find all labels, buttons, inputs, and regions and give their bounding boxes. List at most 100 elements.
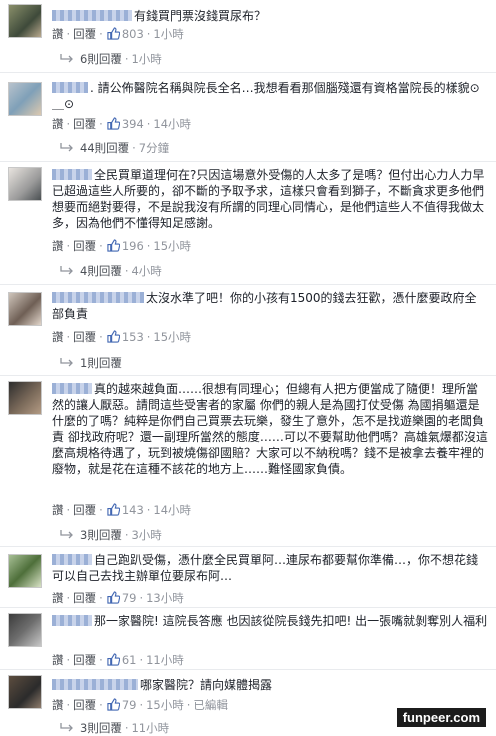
like-count[interactable]: 196 xyxy=(122,239,144,253)
divider xyxy=(0,607,496,608)
commenter-name[interactable] xyxy=(52,169,92,180)
reply-link[interactable]: 回覆 xyxy=(73,27,96,41)
view-replies[interactable]: 3則回覆 · 3小時 xyxy=(60,527,162,543)
divider xyxy=(0,375,496,376)
comment-time[interactable]: 15小時 xyxy=(153,239,191,253)
reply-arrow-icon xyxy=(60,265,74,276)
like-count[interactable]: 61 xyxy=(122,653,137,667)
view-replies[interactable]: 4則回覆 · 4小時 xyxy=(60,263,162,279)
avatar[interactable] xyxy=(8,4,42,38)
replies-count[interactable]: 4則回覆 xyxy=(80,264,122,278)
replies-count[interactable]: 1則回覆 xyxy=(80,356,122,370)
reply-link[interactable]: 回覆 xyxy=(73,653,96,667)
replies-time: 3小時 xyxy=(131,528,162,542)
view-replies[interactable]: 44則回覆 · 7分鐘 xyxy=(60,140,169,156)
comment-actions: 讚 · 回覆 · 803 · 1小時 xyxy=(52,27,184,41)
replies-count[interactable]: 44則回覆 xyxy=(80,141,129,155)
reply-arrow-icon xyxy=(60,357,74,368)
reply-link[interactable]: 回覆 xyxy=(73,330,96,344)
like-link[interactable]: 讚 xyxy=(52,330,64,344)
like-link[interactable]: 讚 xyxy=(52,653,64,667)
like-count[interactable]: 79 xyxy=(122,591,137,605)
divider xyxy=(0,161,496,162)
like-count[interactable]: 803 xyxy=(122,27,144,41)
avatar[interactable] xyxy=(8,381,42,415)
divider xyxy=(0,669,496,670)
like-link[interactable]: 讚 xyxy=(52,117,64,131)
reply-link[interactable]: 回覆 xyxy=(73,698,96,712)
comment-text: 那一家醫院! 這院長答應 也因該從院長錢先扣吧! 出一張嘴就剝奪別人福利 xyxy=(94,614,488,628)
comment-time[interactable]: 14小時 xyxy=(153,503,191,517)
reply-arrow-icon xyxy=(60,722,74,733)
thumbs-up-icon xyxy=(107,117,120,130)
like-count[interactable]: 79 xyxy=(122,698,137,712)
comment-time[interactable]: 15小時 xyxy=(146,698,184,712)
comment-actions: 讚 · 回覆 · 196 · 15小時 xyxy=(52,239,192,253)
comment-actions: 讚 · 回覆 · 61 · 11小時 xyxy=(52,653,184,667)
like-count[interactable]: 143 xyxy=(122,503,144,517)
comment-text: 哪家醫院？請向媒體揭露 xyxy=(140,678,273,692)
comment-actions: 讚 · 回覆 · 143 · 14小時 xyxy=(52,503,192,517)
avatar[interactable] xyxy=(8,82,42,116)
comment-actions: 讚 · 回覆 · 79 · 15小時 · 已編輯 xyxy=(52,698,228,712)
view-replies[interactable]: 3則回覆 · 11小時 xyxy=(60,720,169,736)
replies-time: 11小時 xyxy=(131,721,170,735)
reply-arrow-icon xyxy=(60,53,74,64)
reply-link[interactable]: 回覆 xyxy=(73,239,96,253)
thumbs-up-icon xyxy=(107,591,120,604)
thumbs-up-icon xyxy=(107,698,120,711)
like-link[interactable]: 讚 xyxy=(52,239,64,253)
commenter-name[interactable] xyxy=(52,292,144,303)
like-link[interactable]: 讚 xyxy=(52,503,64,517)
comment-text: 全民買單道理何在?只因這場意外受傷的人太多了是嗎？但付出心力人力早已超過這些人所… xyxy=(52,168,485,230)
commenter-name[interactable] xyxy=(52,554,92,565)
comment-text: 真的越來越負面……很想有同理心；但總有人把方便當成了隨便！理所當然的讓人厭惡。請… xyxy=(52,382,488,476)
replies-count[interactable]: 3則回覆 xyxy=(80,721,122,735)
like-link[interactable]: 讚 xyxy=(52,591,64,605)
reply-link[interactable]: 回覆 xyxy=(73,591,96,605)
avatar[interactable] xyxy=(8,167,42,201)
comment-time[interactable]: 15小時 xyxy=(153,330,191,344)
thumbs-up-icon xyxy=(107,653,120,666)
view-replies[interactable]: 1則回覆 xyxy=(60,355,122,371)
comment-time[interactable]: 13小時 xyxy=(146,591,184,605)
view-replies[interactable]: 6則回覆 · 1小時 xyxy=(60,51,162,67)
divider xyxy=(0,72,496,73)
comment-text: . 請公佈醫院名稱與院長全名…我想看看那個腦殘還有資格當院長的樣貌⊙＿⊙ xyxy=(52,81,480,111)
like-count[interactable]: 394 xyxy=(122,117,144,131)
thumbs-up-icon xyxy=(107,503,120,516)
commenter-name[interactable] xyxy=(52,82,88,93)
avatar[interactable] xyxy=(8,292,42,326)
commenter-name[interactable] xyxy=(52,10,132,21)
comment-text: 有錢買門票沒錢買尿布？ xyxy=(134,9,267,23)
replies-time: 4小時 xyxy=(131,264,162,278)
reply-arrow-icon xyxy=(60,529,74,540)
replies-time: 1小時 xyxy=(131,52,162,66)
commenter-name[interactable] xyxy=(52,679,138,690)
like-link[interactable]: 讚 xyxy=(52,698,64,712)
comment-time[interactable]: 14小時 xyxy=(153,117,191,131)
replies-count[interactable]: 3則回覆 xyxy=(80,528,122,542)
edited-label[interactable]: 已編輯 xyxy=(193,698,228,712)
comment-actions: 讚 · 回覆 · 153 · 15小時 xyxy=(52,330,192,344)
avatar[interactable] xyxy=(8,554,42,588)
thumbs-up-icon xyxy=(107,27,120,40)
comment-time[interactable]: 1小時 xyxy=(153,27,183,41)
site-watermark: funpeer.com xyxy=(396,708,486,727)
avatar[interactable] xyxy=(8,613,42,647)
thumbs-up-icon xyxy=(107,330,120,343)
thumbs-up-icon xyxy=(107,239,120,252)
commenter-name[interactable] xyxy=(52,615,92,626)
reply-link[interactable]: 回覆 xyxy=(73,117,96,131)
like-count[interactable]: 153 xyxy=(122,330,144,344)
comment-thread: { "ui": { "like": "讚", "reply": "回覆", "d… xyxy=(0,0,496,735)
avatar[interactable] xyxy=(8,675,42,709)
reply-link[interactable]: 回覆 xyxy=(73,503,96,517)
commenter-name[interactable] xyxy=(52,383,92,394)
reply-arrow-icon xyxy=(60,142,74,153)
replies-count[interactable]: 6則回覆 xyxy=(80,52,122,66)
like-link[interactable]: 讚 xyxy=(52,27,64,41)
divider xyxy=(0,546,496,547)
comment-time[interactable]: 11小時 xyxy=(146,653,184,667)
comment-actions: 讚 · 回覆 · 394 · 14小時 xyxy=(52,117,192,131)
